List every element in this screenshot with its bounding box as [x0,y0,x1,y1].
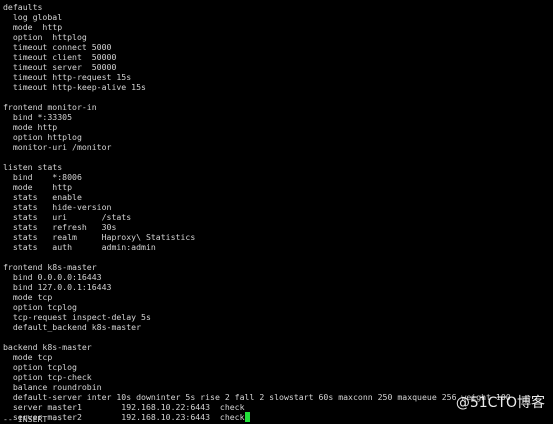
terminal-line-text: stats realm Haproxy\ Statistics [3,232,196,242]
terminal-line: log global [3,12,62,22]
terminal-line: default_backend k8s-master [3,322,141,332]
terminal-line-text: stats auth admin:admin [3,242,156,252]
terminal-line: monitor-uri /monitor [3,142,112,152]
terminal-line-text: server master1 192.168.10.22:6443 check [3,402,245,412]
terminal-line-text: monitor-uri /monitor [3,142,112,152]
terminal-line: option tcplog [3,302,77,312]
terminal-line: server master1 192.168.10.22:6443 check [3,402,245,412]
terminal-window[interactable]: defaults log global mode http option htt… [0,0,553,424]
terminal-line-text: frontend monitor-in [3,102,97,112]
terminal-line-text: listen stats [3,162,63,172]
terminal-line: mode http [3,22,62,32]
terminal-line-text: bind *:33305 [3,112,73,122]
terminal-line: timeout http-keep-alive 15s [3,82,146,92]
terminal-line: mode tcp [3,292,52,302]
terminal-line-text: stats enable [3,192,82,202]
terminal-line-text: stats hide-version [3,202,112,212]
terminal-line-text: mode http [3,122,58,132]
terminal-line-text: option tcp-check [3,372,92,382]
terminal-line: stats realm Haproxy\ Statistics [3,232,195,242]
terminal-line-text: bind 0.0.0.0:16443 [3,272,102,282]
terminal-line: stats refresh 30s [3,222,117,232]
terminal-line-text: timeout server 50000 [3,62,117,72]
terminal-line: stats enable [3,192,82,202]
terminal-line-text: balance roundrobin [3,382,102,392]
terminal-line-text: bind 127.0.0.1:16443 [3,282,112,292]
terminal-line: option tcplog [3,362,77,372]
terminal-line: bind 0.0.0.0:16443 [3,272,102,282]
vim-mode-status: -- INSERT -- [3,414,63,424]
watermark-logo: @51CTO博客 [456,393,545,411]
terminal-line-text: defaults [3,2,43,12]
terminal-line-text: timeout http-request 15s [3,72,132,82]
terminal-line: bind *:33305 [3,112,72,122]
terminal-line-text: default-server inter 10s downinter 5s ri… [3,392,511,402]
terminal-line: mode tcp [3,352,52,362]
terminal-line: stats uri /stats [3,212,131,222]
terminal-line-text: stats refresh 30s [3,222,117,232]
terminal-line: listen stats [3,162,62,172]
terminal-line-text: timeout http-keep-alive 15s [3,82,146,92]
terminal-line: option httplog [3,132,82,142]
terminal-line: option tcp-check [3,372,92,382]
terminal-line: bind *:8006 [3,172,82,182]
terminal-line: mode http [3,182,72,192]
terminal-line: frontend monitor-in [3,102,97,112]
terminal-line: frontend k8s-master [3,262,97,272]
terminal-line-text: bind *:8006 [3,172,82,182]
terminal-line: defaults [3,2,42,12]
terminal-line-text: option tcplog [3,302,77,312]
terminal-line: backend k8s-master [3,342,92,352]
terminal-line-text: mode tcp [3,352,53,362]
terminal-line: timeout http-request 15s [3,72,131,82]
terminal-line: balance roundrobin [3,382,102,392]
terminal-line-text: option httplog [3,32,87,42]
terminal-line-text: default_backend k8s-master [3,322,142,332]
terminal-line: timeout server 50000 [3,62,117,72]
terminal-line-text: frontend k8s-master [3,262,97,272]
terminal-line: timeout client 50000 [3,52,117,62]
terminal-line-text: mode http [3,182,73,192]
terminal-line-text: option httplog [3,132,82,142]
terminal-line: default-server inter 10s downinter 5s ri… [3,392,511,402]
terminal-line: timeout connect 5000 [3,42,112,52]
terminal-line: stats auth admin:admin [3,242,156,252]
terminal-line-text: tcp-request inspect-delay 5s [3,312,151,322]
terminal-line-text: option tcplog [3,362,77,372]
terminal-line-text: backend k8s-master [3,342,92,352]
terminal-line: tcp-request inspect-delay 5s [3,312,151,322]
terminal-line-text: stats uri /stats [3,212,132,222]
terminal-line-text: timeout connect 5000 [3,42,112,52]
terminal-line-text: mode tcp [3,292,53,302]
terminal-line: bind 127.0.0.1:16443 [3,282,112,292]
terminal-line-text: timeout client 50000 [3,52,117,62]
terminal-line-text: log global [3,12,63,22]
terminal-line: option httplog [3,32,87,42]
terminal-line: mode http [3,122,57,132]
terminal-line: stats hide-version [3,202,112,212]
watermark-text: @51CTO博客 [455,395,545,411]
terminal-line-text: mode http [3,22,63,32]
